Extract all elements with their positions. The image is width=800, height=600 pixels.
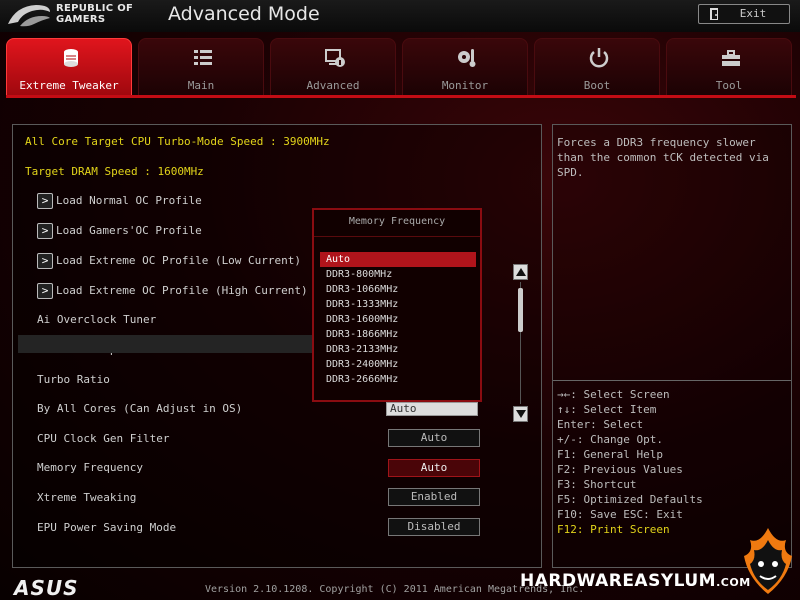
dropdown-title: Memory Frequency	[348, 216, 446, 227]
dropdown-option[interactable]: DDR3-800MHz	[320, 267, 476, 282]
xtreme-tweaking-select[interactable]: Enabled	[388, 488, 480, 506]
tab-bar: Extreme Tweaker Main Advanced Monitor Bo…	[6, 38, 796, 96]
key-hint: ↑↓: Select Item	[557, 403, 657, 416]
key-hint: +/-: Change Opt.	[557, 433, 663, 446]
dropdown-option[interactable]: DDR3-1333MHz	[320, 297, 476, 312]
by-all-cores-input[interactable]: Auto	[386, 402, 478, 416]
key-hint: F10: Save ESC: Exit	[557, 508, 683, 521]
brand-line-2: GAMERS	[56, 14, 106, 25]
chevron-right-icon: >	[37, 193, 53, 209]
asus-logo: ASUS	[14, 576, 79, 600]
help-divider	[553, 380, 791, 381]
cpu-chip-icon	[64, 49, 78, 67]
dropdown-option[interactable]: DDR3-2133MHz	[320, 342, 476, 357]
scroll-down-button[interactable]	[513, 406, 528, 422]
tab-extreme-tweaker[interactable]: Extreme Tweaker	[6, 38, 132, 96]
tab-label: Monitor	[441, 79, 489, 92]
watermark-text: HARDWAREASYLUM	[520, 571, 717, 591]
xtreme-tweaking-label: Xtreme Tweaking	[37, 491, 137, 504]
memory-frequency-select[interactable]: Auto	[388, 459, 480, 477]
key-hint: F5: Optimized Defaults	[557, 493, 703, 506]
key-hint-print-screen: F12: Print Screen	[557, 523, 670, 536]
ai-overclock-tuner-label[interactable]: Ai Overclock Tuner	[37, 313, 156, 326]
key-hint: F2: Previous Values	[557, 463, 683, 476]
tab-label: Boot	[583, 79, 611, 92]
load-extreme-oc-high[interactable]: > Load Extreme OC Profile (High Current)	[37, 283, 308, 299]
key-hint: →←: Select Screen	[557, 388, 670, 401]
dropdown-option[interactable]: DDR3-2666MHz	[320, 372, 476, 387]
tab-underline	[6, 95, 796, 98]
exit-button[interactable]: Exit	[698, 4, 790, 24]
load-extreme-oc-low[interactable]: > Load Extreme OC Profile (Low Current)	[37, 253, 301, 269]
brand-text: REPUBLIC OF GAMERS	[56, 3, 133, 25]
cpu-clock-gen-filter-label: CPU Clock Gen Filter	[37, 432, 170, 445]
key-hint: F3: Shortcut	[557, 478, 637, 491]
dropdown-option[interactable]: DDR3-2400MHz	[320, 357, 476, 372]
tab-label: Extreme Tweaker	[19, 79, 119, 92]
page-title: Advanced Mode	[168, 3, 320, 25]
memory-frequency-dropdown: Memory Frequency Auto DDR3-800MHz DDR3-1…	[312, 208, 482, 402]
load-normal-oc-profile[interactable]: > Load Normal OC Profile	[37, 193, 202, 209]
tab-label: Tool	[715, 79, 743, 92]
load-gamers-oc-profile[interactable]: > Load Gamers'OC Profile	[37, 223, 202, 239]
chevron-right-icon: >	[37, 253, 53, 269]
cpu-turbo-speed-info: All Core Target CPU Turbo-Mode Speed : 3…	[25, 135, 330, 148]
tab-label: Main	[187, 79, 215, 92]
hardware-asylum-watermark: HARDWAREASYLUM.COM	[520, 571, 751, 591]
chevron-right-icon: >	[37, 283, 53, 299]
key-hint: F1: General Help	[557, 448, 663, 461]
epu-power-saving-select[interactable]: Disabled	[388, 518, 480, 536]
list-icon	[194, 50, 212, 65]
chevron-right-icon: >	[37, 223, 53, 239]
load-extreme-high-label: Load Extreme OC Profile (High Current)	[56, 284, 308, 297]
scroll-thumb[interactable]	[518, 288, 523, 332]
dropdown-option[interactable]: DDR3-1866MHz	[320, 327, 476, 342]
tab-main[interactable]: Main	[138, 38, 264, 96]
rog-eye-logo-icon	[8, 5, 50, 27]
memory-frequency-label: Memory Frequency	[37, 461, 143, 474]
flame-mascot-icon	[744, 528, 792, 594]
dropdown-option[interactable]: DDR3-1600MHz	[320, 312, 476, 327]
exit-label: Exit	[739, 7, 767, 20]
tab-advanced[interactable]: Advanced	[270, 38, 396, 96]
help-description: Forces a DDR3 frequency slower than the …	[557, 136, 769, 179]
dropdown-option[interactable]: DDR3-1066MHz	[320, 282, 476, 297]
epu-power-saving-label: EPU Power Saving Mode	[37, 521, 177, 534]
advanced-settings-icon	[325, 49, 345, 67]
load-gamers-label: Load Gamers'OC Profile	[56, 224, 202, 237]
tab-monitor[interactable]: Monitor	[402, 38, 528, 96]
by-all-cores-label: By All Cores (Can Adjust in OS)	[37, 402, 243, 415]
brand-line-1: REPUBLIC OF	[56, 3, 134, 14]
tab-boot[interactable]: Boot	[534, 38, 660, 96]
top-bar: REPUBLIC OF GAMERS Advanced Mode Exit	[0, 0, 800, 32]
dropdown-option[interactable]: Auto	[320, 252, 476, 267]
power-icon	[589, 48, 609, 68]
scroll-up-button[interactable]	[513, 264, 528, 280]
thermometer-fan-icon	[458, 49, 476, 67]
load-extreme-low-label: Load Extreme OC Profile (Low Current)	[56, 254, 302, 267]
tab-tool[interactable]: Tool	[666, 38, 792, 96]
help-panel: Forces a DDR3 frequency slower than the …	[552, 124, 792, 568]
load-normal-label: Load Normal OC Profile	[56, 194, 202, 207]
tab-label: Advanced	[306, 79, 360, 92]
dropdown-divider	[314, 236, 480, 237]
toolbox-icon	[722, 50, 740, 66]
key-hint: Enter: Select	[557, 418, 644, 431]
turbo-ratio-label[interactable]: Turbo Ratio	[37, 373, 110, 386]
cpu-clock-gen-filter-select[interactable]: Auto	[388, 429, 480, 447]
exit-door-icon	[710, 8, 718, 20]
dram-speed-info: Target DRAM Speed : 1600MHz	[25, 165, 204, 178]
